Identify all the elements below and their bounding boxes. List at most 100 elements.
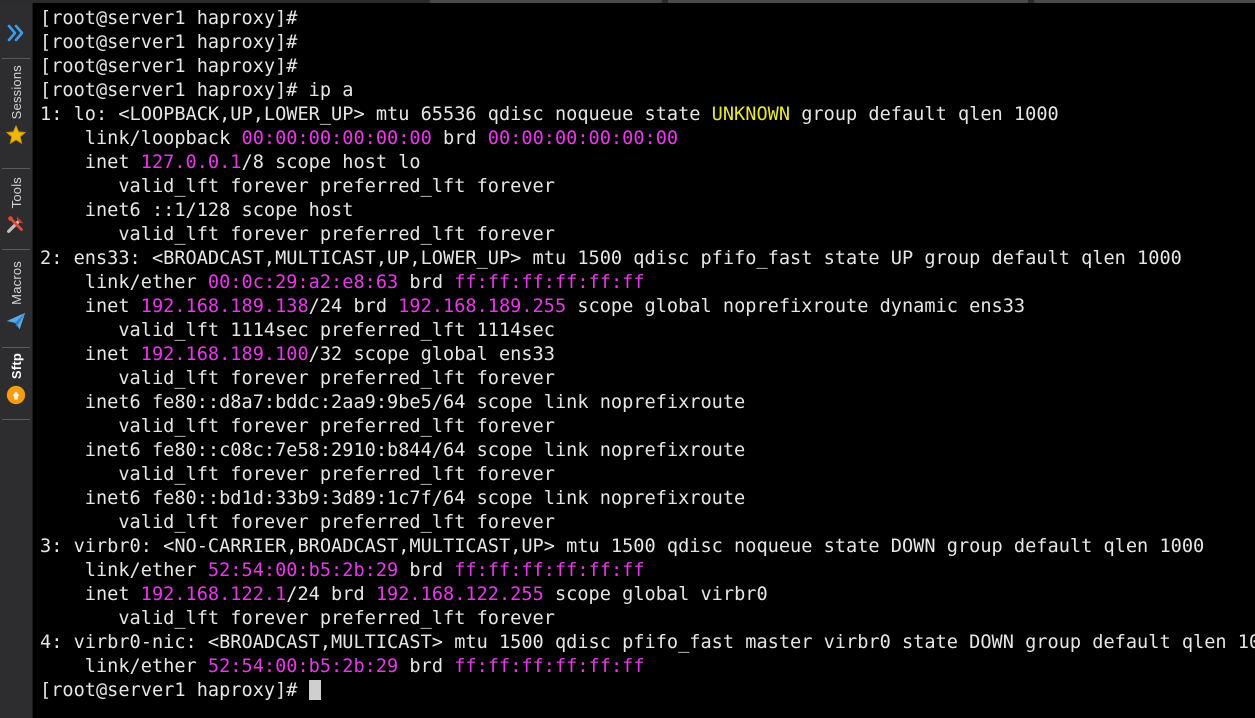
tab-edge[interactable] — [430, 0, 662, 3]
sidebar-divider — [2, 249, 30, 250]
sidebar-divider — [2, 419, 30, 420]
star-icon — [5, 124, 27, 146]
highlighted-value: ff:ff:ff:ff:ff:ff — [454, 656, 645, 677]
terminal-line: 2: ens33: <BROADCAST,MULTICAST,UP,LOWER_… — [40, 247, 1255, 271]
terminal-text: valid_lft forever preferred_lft forever — [40, 608, 555, 629]
terminal-line: [root@server1 haproxy]# ip a — [40, 79, 1255, 103]
terminal-text: [root@server1 haproxy]# ip a — [40, 80, 354, 101]
sidebar-tab-label: Sftp — [8, 353, 24, 380]
terminal-text: brd — [398, 656, 455, 677]
terminal-line: link/ether 00:0c:29:a2:e8:63 brd ff:ff:f… — [40, 271, 1255, 295]
sidebar-tab-label: Sessions — [8, 65, 24, 120]
tab-edge[interactable] — [1034, 0, 1255, 3]
highlighted-value: 127.0.0.1 — [140, 152, 242, 173]
terminal-text: valid_lft forever preferred_lft forever — [40, 368, 555, 389]
terminal-text: valid_lft forever preferred_lft forever — [40, 416, 555, 437]
terminal-line: inet 192.168.189.138/24 brd 192.168.189.… — [40, 295, 1255, 319]
highlighted-value: 00:00:00:00:00:00 — [241, 128, 432, 149]
terminal-line: inet6 fe80::bd1d:33b9:3d89:1c7f/64 scope… — [40, 487, 1255, 511]
terminal-line: valid_lft forever preferred_lft forever — [40, 511, 1255, 535]
terminal-line: valid_lft 1114sec preferred_lft 1114sec — [40, 319, 1255, 343]
highlighted-value: 192.168.189.138 — [140, 296, 309, 317]
terminal-text: inet — [40, 584, 141, 605]
terminal-text: inet — [40, 152, 141, 173]
highlighted-value: ff:ff:ff:ff:ff:ff — [454, 272, 645, 293]
terminal-text: brd — [398, 272, 455, 293]
sidebar-divider — [2, 58, 30, 59]
sftp-globe-icon — [5, 384, 27, 406]
terminal-line: valid_lft forever preferred_lft forever — [40, 415, 1255, 439]
terminal-text: valid_lft forever preferred_lft forever — [40, 464, 555, 485]
terminal-line: [root@server1 haproxy]# — [40, 7, 1255, 31]
terminal-text: /8 scope host lo — [241, 152, 421, 173]
terminal-text: group default qlen 1000 — [790, 104, 1059, 125]
highlighted-value: UNKNOWN — [711, 104, 791, 125]
terminal-cursor — [308, 680, 321, 700]
terminal-text: scope global noprefixroute dynamic ens33 — [566, 296, 1026, 317]
terminal-line: [root@server1 haproxy]# — [40, 31, 1255, 55]
tab-edge[interactable] — [668, 0, 1028, 3]
terminal-output[interactable]: [root@server1 haproxy]# [root@server1 hap… — [40, 7, 1255, 718]
terminal-text: /32 scope global ens33 — [308, 344, 555, 365]
expand-sidebar-icon[interactable] — [4, 21, 28, 45]
side-panel: Sessions Tools Macros Sftp — [0, 3, 33, 718]
terminal-line: inet6 ::1/128 scope host — [40, 199, 1255, 223]
terminal-text: [root@server1 haproxy]# — [40, 56, 298, 77]
highlighted-value: 192.168.189.100 — [140, 344, 309, 365]
tools-icon — [5, 213, 27, 235]
terminal-text: [root@server1 haproxy]# — [40, 8, 298, 29]
terminal-text: inet6 fe80::c08c:7e58:2910:b844/64 scope… — [40, 440, 746, 461]
sidebar-divider — [2, 168, 30, 169]
terminal-text: link/ether — [40, 560, 208, 581]
terminal-line: [root@server1 haproxy]# — [40, 55, 1255, 79]
highlighted-value: 192.168.122.1 — [140, 584, 287, 605]
terminal-text: inet — [40, 296, 141, 317]
terminal-line: inet6 fe80::d8a7:bddc:2aa9:9be5/64 scope… — [40, 391, 1255, 415]
terminal-line: valid_lft forever preferred_lft forever — [40, 463, 1255, 487]
sidebar-tab-label: Tools — [8, 177, 24, 209]
mobaxterm-window: Sessions Tools Macros Sftp [root@server1… — [0, 0, 1255, 718]
terminal-text: 1: lo: <LOOPBACK,UP,LOWER_UP> mtu 65536 … — [40, 104, 712, 125]
highlighted-value: 52:54:00:b5:2b:29 — [207, 560, 399, 581]
terminal-line: 3: virbr0: <NO-CARRIER,BROADCAST,MULTICA… — [40, 535, 1255, 559]
terminal-text: inet — [40, 344, 141, 365]
terminal-text: inet6 fe80::d8a7:bddc:2aa9:9be5/64 scope… — [40, 392, 746, 413]
terminal-line: inet 192.168.122.1/24 brd 192.168.122.25… — [40, 583, 1255, 607]
terminal-line: 4: virbr0-nic: <BROADCAST,MULTICAST> mtu… — [40, 631, 1255, 655]
terminal-text: 4: virbr0-nic: <BROADCAST,MULTICAST> mtu… — [40, 632, 1255, 653]
terminal-line: [root@server1 haproxy]# — [40, 679, 1255, 703]
highlighted-value: 52:54:00:b5:2b:29 — [207, 656, 399, 677]
terminal-line: link/ether 52:54:00:b5:2b:29 brd ff:ff:f… — [40, 559, 1255, 583]
terminal-text: scope global virbr0 — [543, 584, 768, 605]
sidebar-tab-sftp[interactable]: Sftp — [0, 353, 32, 406]
terminal-text: 2: ens33: <BROADCAST,MULTICAST,UP,LOWER_… — [40, 248, 1182, 269]
terminal-text: [root@server1 haproxy]# — [40, 680, 309, 701]
sidebar-tab-tools[interactable]: Tools — [0, 177, 32, 235]
terminal-text: brd — [431, 128, 488, 149]
highlighted-value: ff:ff:ff:ff:ff:ff — [454, 560, 645, 581]
highlighted-value: 00:00:00:00:00:00 — [487, 128, 679, 149]
terminal-text: inet6 ::1/128 scope host — [40, 200, 354, 221]
terminal-text: valid_lft forever preferred_lft forever — [40, 512, 555, 533]
terminal-text: valid_lft 1114sec preferred_lft 1114sec — [40, 320, 555, 341]
terminal-line: link/loopback 00:00:00:00:00:00 brd 00:0… — [40, 127, 1255, 151]
terminal-text: inet6 fe80::bd1d:33b9:3d89:1c7f/64 scope… — [40, 488, 746, 509]
terminal-text: 3: virbr0: <NO-CARRIER,BROADCAST,MULTICA… — [40, 536, 1205, 557]
terminal-text: [root@server1 haproxy]# — [40, 32, 298, 53]
terminal-line: valid_lft forever preferred_lft forever — [40, 607, 1255, 631]
terminal-line: 1: lo: <LOOPBACK,UP,LOWER_UP> mtu 65536 … — [40, 103, 1255, 127]
terminal-text: /24 brd — [308, 296, 399, 317]
highlighted-value: 192.168.189.255 — [398, 296, 567, 317]
terminal-text: valid_lft forever preferred_lft forever — [40, 176, 555, 197]
terminal-line: valid_lft forever preferred_lft forever — [40, 223, 1255, 247]
sidebar-tab-macros[interactable]: Macros — [0, 261, 32, 332]
terminal-text: valid_lft forever preferred_lft forever — [40, 224, 555, 245]
tab-strip — [0, 0, 1255, 3]
terminal-text: link/ether — [40, 272, 208, 293]
terminal-text: /24 brd — [286, 584, 376, 605]
terminal-line: inet6 fe80::c08c:7e58:2910:b844/64 scope… — [40, 439, 1255, 463]
terminal-text: link/loopback — [40, 128, 242, 149]
terminal-line: inet 127.0.0.1/8 scope host lo — [40, 151, 1255, 175]
sidebar-tab-sessions[interactable]: Sessions — [0, 65, 32, 146]
terminal-line: valid_lft forever preferred_lft forever — [40, 175, 1255, 199]
